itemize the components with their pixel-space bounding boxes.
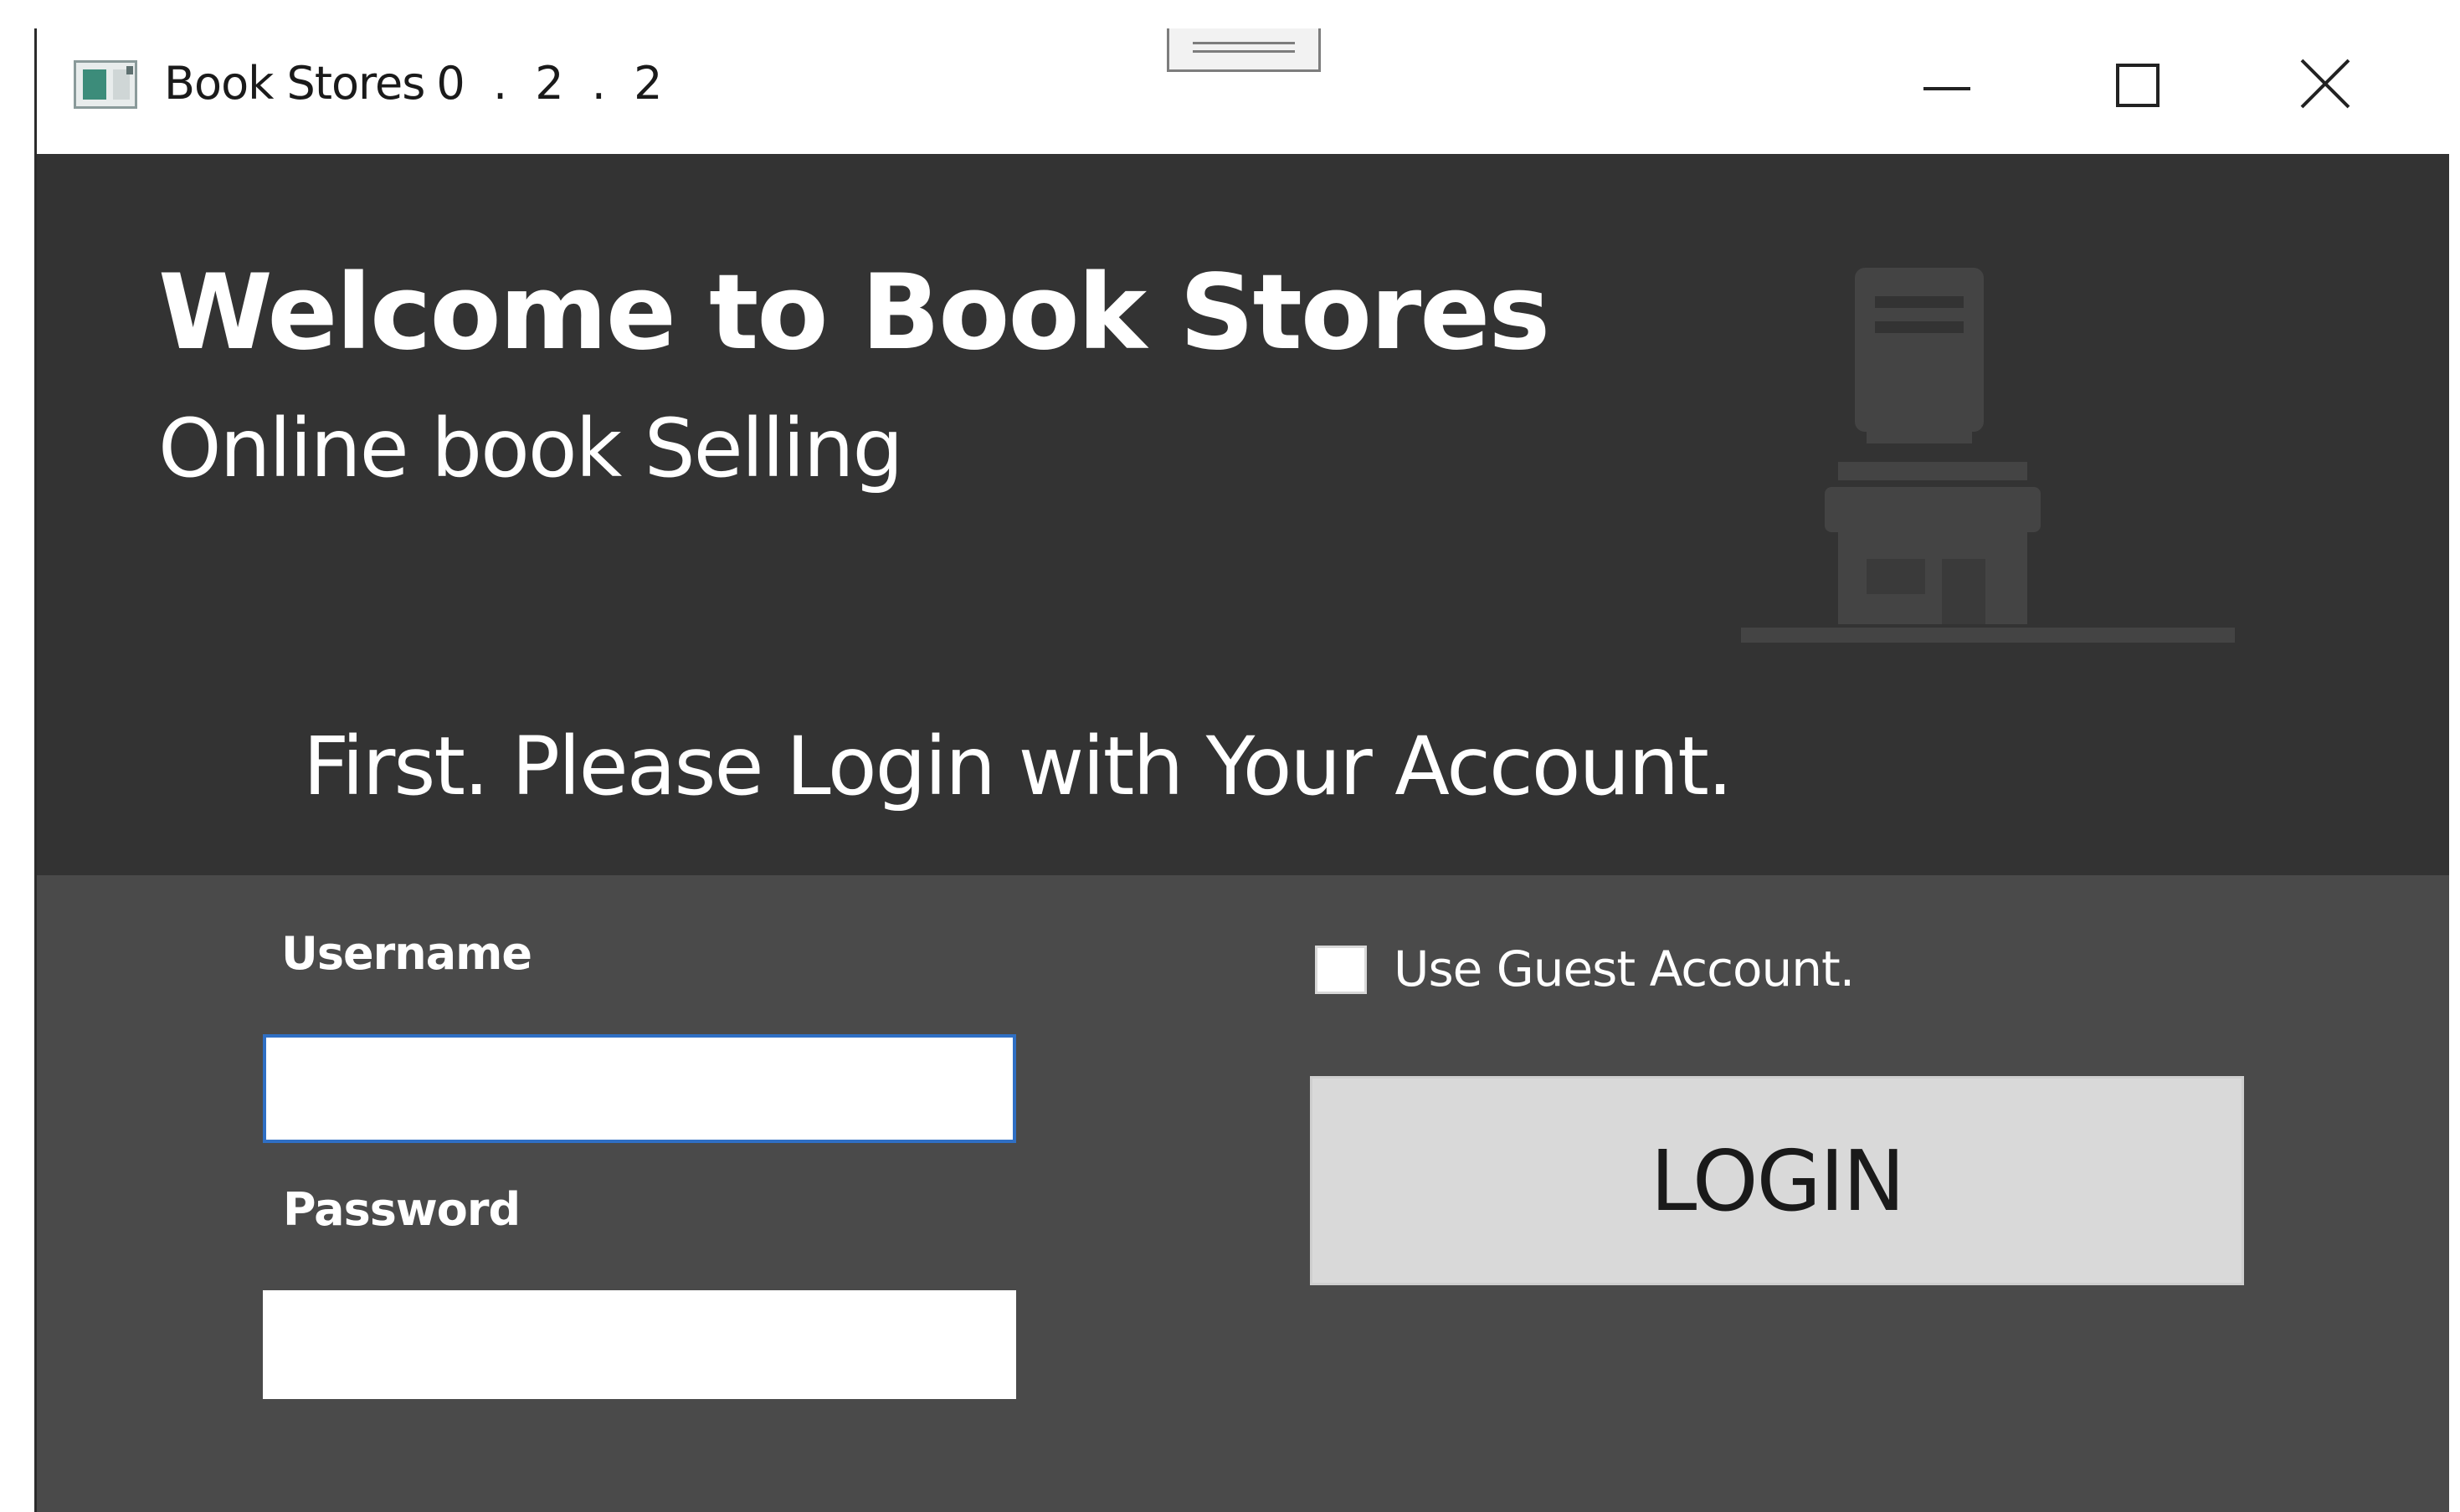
login-instruction: First. Please Login with Your Account.	[303, 720, 1733, 813]
close-icon	[2300, 59, 2350, 109]
title-bar[interactable]: Book Stores 0 . 2 . 2	[37, 28, 2449, 154]
app-icon	[74, 60, 137, 109]
minimize-button[interactable]	[1867, 28, 2034, 154]
window-title: Book Stores 0 . 2 . 2	[164, 57, 669, 110]
welcome-heading: Welcome to Book Stores	[158, 253, 1550, 373]
username-label: Username	[281, 927, 532, 980]
drag-handle[interactable]	[1167, 28, 1321, 72]
login-form: Username Password Use Guest Account. LOG…	[37, 875, 2449, 1512]
app-window: Book Stores 0 . 2 . 2 Welcome to Book Sto…	[34, 28, 2449, 1512]
maximize-button[interactable]	[2061, 28, 2228, 154]
maximize-icon	[2116, 64, 2160, 107]
welcome-header: Welcome to Book Stores Online book Selli…	[37, 154, 2449, 875]
window-title-version: 0 . 2 . 2	[436, 57, 670, 110]
window-title-name: Book Stores	[164, 57, 425, 110]
store-icon	[1741, 268, 2235, 643]
close-button[interactable]	[2255, 28, 2422, 154]
guest-account-label[interactable]: Use Guest Account.	[1394, 941, 1855, 997]
username-input[interactable]	[263, 1034, 1016, 1143]
guest-account-checkbox[interactable]	[1315, 946, 1367, 994]
login-button[interactable]: LOGIN	[1310, 1076, 2244, 1285]
password-input[interactable]	[263, 1290, 1016, 1399]
welcome-subtitle: Online book Selling	[158, 402, 903, 495]
password-label: Password	[283, 1183, 521, 1236]
minimize-icon	[1923, 87, 1970, 90]
